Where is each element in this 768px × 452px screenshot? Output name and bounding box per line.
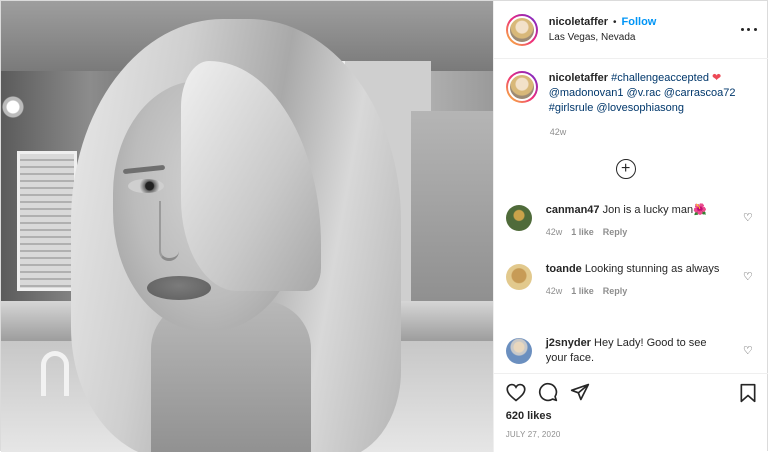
photo-faucet [41,351,69,396]
caption-avatar[interactable] [505,71,538,103]
share-icon[interactable] [570,382,590,402]
comment-heart-icon[interactable]: ♡ [743,270,753,283]
photo-nose [159,201,179,261]
reply-button[interactable]: Reply [603,225,628,240]
comment-time[interactable]: 42w [546,225,563,240]
mention-link-lovesophiasong[interactable]: @lovesophiasong [596,102,684,114]
photo-shutter-window [17,151,77,291]
post-actions: 620 likes JULY 27, 2020 [493,373,768,452]
caption-timestamp[interactable]: 42w [550,127,567,137]
flower-emoji: 🌺 [693,204,707,216]
caption-username[interactable]: nicoletaffer [549,72,608,84]
post-header: nicoletaffer • Follow Las Vegas, Nevada [493,1,768,59]
more-options-icon[interactable] [740,21,757,37]
comment-time[interactable]: 42w [546,284,563,299]
header-username[interactable]: nicoletaffer [549,15,608,30]
header-separator: • [613,16,617,28]
comment-item: canman47 Jon is a lucky man🌺 42w 1 like … [505,203,761,240]
comment-heart-icon[interactable]: ♡ [743,211,753,224]
comment-item: j2snyder Hey Lady! Good to see your face… [505,336,761,366]
caption: nicoletaffer #challengeaccepted ❤ @madon… [505,71,756,137]
comment-username[interactable]: toande [546,263,582,275]
comment-text: Jon is a lucky man [602,204,694,216]
comment-icon[interactable] [538,382,558,402]
header-text: nicoletaffer • Follow Las Vegas, Nevada [549,15,657,45]
plus-circle-icon[interactable]: + [615,159,636,179]
reply-button[interactable]: Reply [603,284,628,299]
comment-likes[interactable]: 1 like [571,225,594,240]
comment-likes[interactable]: 1 like [571,284,594,299]
post-sidebar: nicoletaffer • Follow Las Vegas, Nevada … [492,1,768,452]
likes-count[interactable]: 620 likes [506,410,757,422]
bookmark-icon[interactable] [739,383,757,403]
comment-avatar[interactable] [505,205,532,231]
instagram-post: nicoletaffer • Follow Las Vegas, Nevada … [0,0,768,452]
avatar[interactable] [505,13,538,46]
photo-mirror [411,111,493,311]
photo-chandelier [1,91,25,131]
comment-heart-icon[interactable]: ♡ [743,344,753,357]
follow-button[interactable]: Follow [622,15,657,30]
post-date: JULY 27, 2020 [505,430,561,439]
red-heart-emoji: ❤ [712,72,722,84]
photo-eye [128,179,164,193]
caption-text: nicoletaffer #challengeaccepted ❤ @madon… [549,71,749,116]
comment-text: Looking stunning as always [584,263,720,275]
comment-username[interactable]: canman47 [546,204,600,216]
photo-lips [147,276,211,300]
comment-avatar[interactable] [505,264,532,290]
post-photo[interactable] [1,1,493,452]
mentions-link[interactable]: @madonovan1 @v.rac @carrascoa72 [549,87,736,99]
hashtag-link-girlsrule[interactable]: #girlsrule [549,102,594,114]
comment-item: toande Looking stunning as always 42w 1 … [505,262,761,299]
location-link[interactable]: Las Vegas, Nevada [549,30,657,45]
hashtag-link[interactable]: #challengeaccepted [611,72,709,84]
heart-icon[interactable] [506,383,526,402]
comment-avatar[interactable] [505,338,532,364]
comment-username[interactable]: j2snyder [546,337,591,349]
